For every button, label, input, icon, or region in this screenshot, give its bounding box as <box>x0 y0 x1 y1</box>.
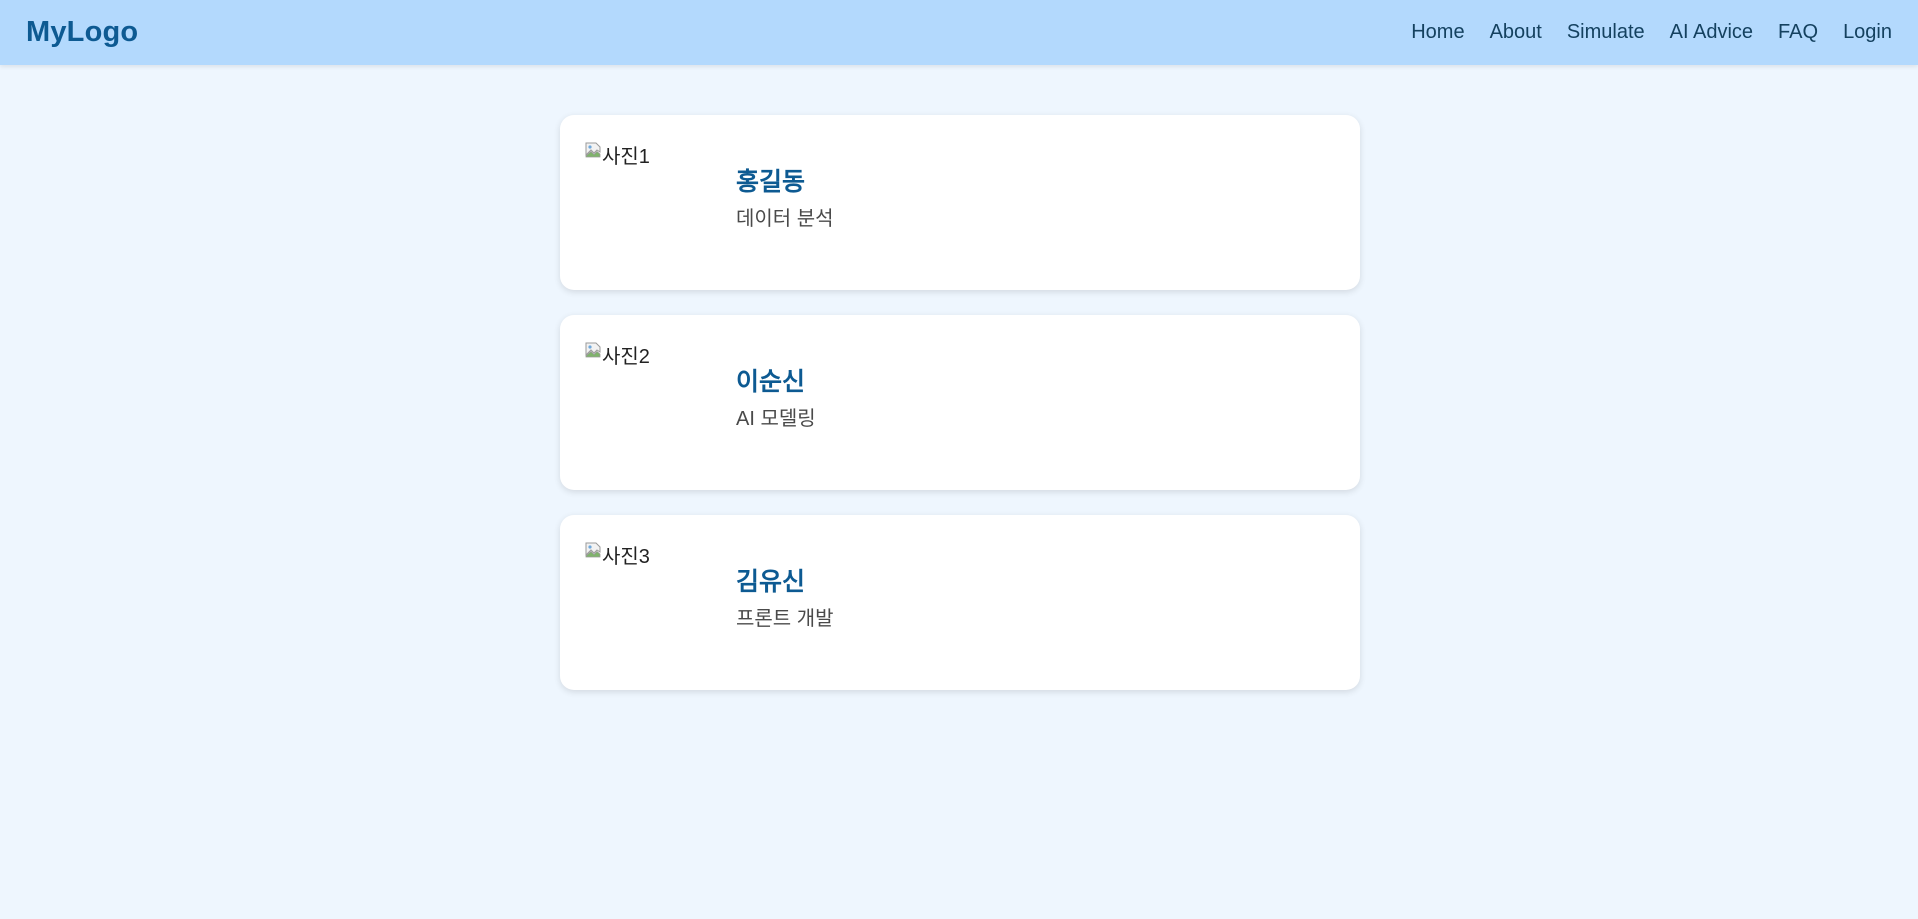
member-photo: 사진2 <box>585 340 725 460</box>
member-photo: 사진3 <box>585 540 725 660</box>
member-photo-alt: 사진1 <box>602 146 650 168</box>
member-info: 홍길동 데이터 분석 <box>736 167 834 231</box>
site-logo[interactable]: MyLogo <box>26 16 138 49</box>
member-name: 홍길동 <box>736 168 806 196</box>
nav-link-ai-advice[interactable]: AI Advice <box>1670 21 1753 44</box>
broken-image-icon <box>585 542 601 558</box>
member-card: 사진2 이순신 AI 모델링 <box>560 315 1360 490</box>
member-role: AI 모델링 <box>736 408 816 430</box>
navbar: MyLogo Home About Simulate AI Advice FAQ… <box>0 0 1918 65</box>
member-photo-alt: 사진3 <box>602 546 650 568</box>
member-role: 프론트 개발 <box>736 608 834 630</box>
member-name: 이순신 <box>736 368 806 396</box>
member-photo-alt: 사진2 <box>602 346 650 368</box>
nav-link-about[interactable]: About <box>1490 21 1542 44</box>
member-photo: 사진1 <box>585 140 725 260</box>
nav-menu: Home About Simulate AI Advice FAQ Login <box>1411 21 1892 44</box>
member-card: 사진3 김유신 프론트 개발 <box>560 515 1360 690</box>
nav-link-home[interactable]: Home <box>1411 21 1464 44</box>
nav-link-faq[interactable]: FAQ <box>1778 21 1818 44</box>
nav-link-login[interactable]: Login <box>1843 21 1892 44</box>
member-info: 이순신 AI 모델링 <box>736 367 816 431</box>
member-card: 사진1 홍길동 데이터 분석 <box>560 115 1360 290</box>
member-info: 김유신 프론트 개발 <box>736 567 834 631</box>
nav-link-simulate[interactable]: Simulate <box>1567 21 1645 44</box>
member-name: 김유신 <box>736 568 806 596</box>
broken-image-icon <box>585 342 601 358</box>
member-role: 데이터 분석 <box>736 208 834 230</box>
member-card-list: 사진1 홍길동 데이터 분석 사진2 이순신 AI 모델링 사진3 김유신 프론… <box>560 115 1360 715</box>
broken-image-icon <box>585 142 601 158</box>
